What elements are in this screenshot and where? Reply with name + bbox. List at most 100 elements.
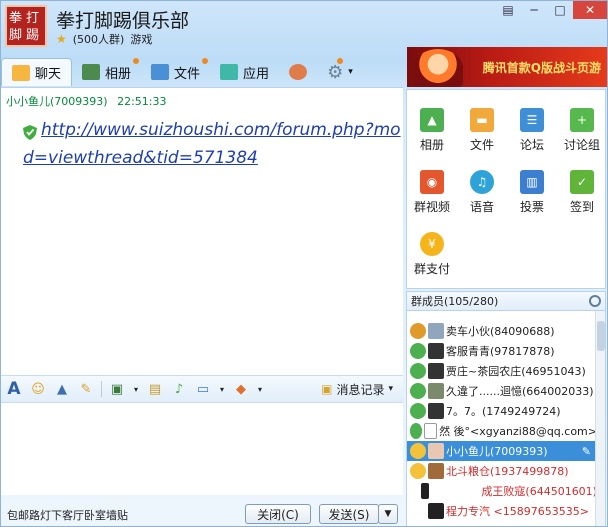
user-icon: [410, 363, 426, 379]
minimize-button[interactable]: ─: [521, 1, 547, 19]
app-label: 投票: [519, 200, 544, 214]
app-label: 文件: [469, 138, 494, 152]
avatar: [428, 343, 444, 359]
search-icon[interactable]: [589, 295, 601, 307]
member-name: 客服青青(97817878): [446, 345, 555, 358]
emoji-icon[interactable]: ☺: [29, 380, 47, 398]
app-label: 群视频: [413, 200, 450, 214]
list-item[interactable]: 成王败寇(644501601): [407, 481, 597, 501]
list-item[interactable]: 程力专汽 <15897653535>: [407, 501, 597, 521]
app-checkin[interactable]: ✓ 签到: [557, 170, 607, 215]
screen-icon[interactable]: ▭: [194, 380, 212, 398]
message-link[interactable]: http://www.suizhoushi.com/forum.php?mod=…: [23, 120, 401, 168]
tab-chat[interactable]: 聊天: [1, 58, 73, 86]
member-name: 贾庄~茶园农庄(46951043): [446, 365, 586, 378]
chevron-down-icon[interactable]: ▾: [132, 380, 140, 398]
chat-window: 拳打 脚踢 拳打脚踢俱乐部 ★ (500人群) 游戏 ▤ ─ □ ✕ 聊天 相册…: [0, 0, 608, 527]
folder-icon: [151, 64, 170, 80]
window-controls: ▤ ─ □ ✕: [495, 1, 607, 19]
ad-text: 腾讯首款Q版战斗页游: [482, 60, 601, 75]
list-item[interactable]: 卖车小伙(84090688): [407, 321, 597, 341]
avatar: [428, 503, 444, 519]
image-icon[interactable]: ▣: [108, 380, 126, 398]
notification-dot: [202, 58, 209, 64]
list-item[interactable]: 小小鱼儿(7009393) ✎: [407, 441, 595, 461]
avatar: [428, 463, 444, 479]
tab-label: 相册: [105, 66, 132, 82]
list-item[interactable]: 北斗粮仓(1937499878): [407, 461, 597, 481]
font-icon[interactable]: A: [5, 379, 23, 399]
blank-icon: [410, 483, 419, 499]
close-chat-button[interactable]: 关闭(C): [245, 504, 311, 524]
user-icon: [410, 383, 426, 399]
notification-dot: [336, 58, 343, 64]
members-scrollbar[interactable]: [595, 311, 605, 526]
member-name: 成王败寇(644501601): [481, 485, 597, 498]
group-title: 拳打脚踢俱乐部: [56, 10, 190, 32]
avatar: [428, 363, 444, 379]
tab-apps[interactable]: 应用: [210, 58, 279, 86]
group-logo[interactable]: 拳打 脚踢: [5, 5, 47, 47]
message-input[interactable]: [1, 403, 403, 495]
admin-star-icon: [410, 463, 426, 479]
app-label: 讨论组: [563, 138, 600, 152]
app-vote[interactable]: ▥ 投票: [507, 170, 557, 215]
chevron-down-icon: ▾: [388, 384, 393, 394]
shake-icon[interactable]: ▲: [53, 380, 71, 398]
message-header: 小小鱼儿(7009393) 22:51:33: [6, 93, 166, 109]
members-list[interactable]: 卖车小伙(84090688) 客服青青(97817878) 贾庄~茶园农庄(46…: [406, 311, 606, 526]
video-icon: ◉: [420, 170, 444, 194]
forum-icon: ☰: [520, 108, 544, 132]
app-video[interactable]: ◉ 群视频: [407, 170, 457, 215]
avatar: [428, 443, 444, 459]
music-icon[interactable]: ♪: [170, 380, 188, 398]
app-label: 语音: [469, 200, 494, 214]
discussion-icon: +: [570, 108, 594, 132]
note-icon[interactable]: ✎: [77, 380, 95, 398]
list-item[interactable]: 贾庄~茶园农庄(46951043): [407, 361, 597, 381]
tab-files[interactable]: 文件: [141, 58, 210, 86]
member-name: 程力专汽 <15897653535>: [446, 505, 589, 518]
skin-icon[interactable]: ▤: [495, 1, 521, 19]
chat-icon: [12, 64, 30, 81]
edit-icon[interactable]: ✎: [582, 445, 591, 458]
group-apps-panel: ▲ 相册 ▬ 文件 ☰ 论坛 + 讨论组 ◉ 群视频 ♫ 语音 ▥ 投票 ✓ 签: [406, 89, 606, 289]
chat-area[interactable]: 小小鱼儿(7009393) 22:51:33 http://www.suizho…: [1, 87, 403, 375]
send-button[interactable]: 发送(S): [319, 504, 379, 524]
footer: 包邮路灯下客厅卧室墙贴 关闭(C) 发送(S) ▼: [1, 499, 403, 526]
sender-name[interactable]: 小小鱼儿(7009393): [6, 95, 108, 108]
list-item[interactable]: 然 後°<xgyanzi88@qq.com>: [407, 421, 597, 441]
list-item[interactable]: 客服青青(97817878): [407, 341, 597, 361]
list-item[interactable]: 7。7。(1749249724): [407, 401, 597, 421]
gear-icon: ⚙: [327, 61, 344, 83]
magic-icon[interactable]: ◆: [232, 380, 250, 398]
app-voice[interactable]: ♫ 语音: [457, 170, 507, 215]
avatar: [428, 383, 444, 399]
app-label: 群支付: [413, 262, 450, 276]
history-button[interactable]: ▣ 消息记录 ▾: [321, 381, 393, 398]
footer-ad-text[interactable]: 包邮路灯下客厅卧室墙贴: [7, 507, 128, 523]
close-button[interactable]: ✕: [573, 1, 607, 19]
album-icon: [82, 64, 101, 80]
list-item[interactable]: 久違了......迴憶(664002033): [407, 381, 597, 401]
payment-icon: ¥: [420, 232, 444, 256]
scrollbar-thumb[interactable]: [597, 321, 605, 351]
ad-banner[interactable]: 腾讯首款Q版战斗页游: [407, 47, 607, 87]
settings-button[interactable]: ⚙ ▾: [317, 58, 363, 86]
folder-icon: ▬: [470, 108, 494, 132]
chevron-down-icon[interactable]: ▾: [218, 380, 226, 398]
ad-character-image: [413, 49, 463, 87]
tab-label: 聊天: [35, 67, 62, 82]
app-discussion[interactable]: + 讨论组: [557, 108, 607, 153]
doc-icon[interactable]: ▤: [146, 380, 164, 398]
app-forum[interactable]: ☰ 论坛: [507, 108, 557, 153]
maximize-button[interactable]: □: [547, 1, 573, 19]
send-options-button[interactable]: ▼: [378, 504, 398, 524]
app-label: 签到: [569, 200, 594, 214]
app-files[interactable]: ▬ 文件: [457, 108, 507, 153]
chevron-down-icon[interactable]: ▾: [256, 380, 264, 398]
add-member-button[interactable]: [279, 58, 317, 86]
app-album[interactable]: ▲ 相册: [407, 108, 457, 153]
tab-album[interactable]: 相册: [72, 58, 141, 86]
app-payment[interactable]: ¥ 群支付: [407, 232, 457, 277]
